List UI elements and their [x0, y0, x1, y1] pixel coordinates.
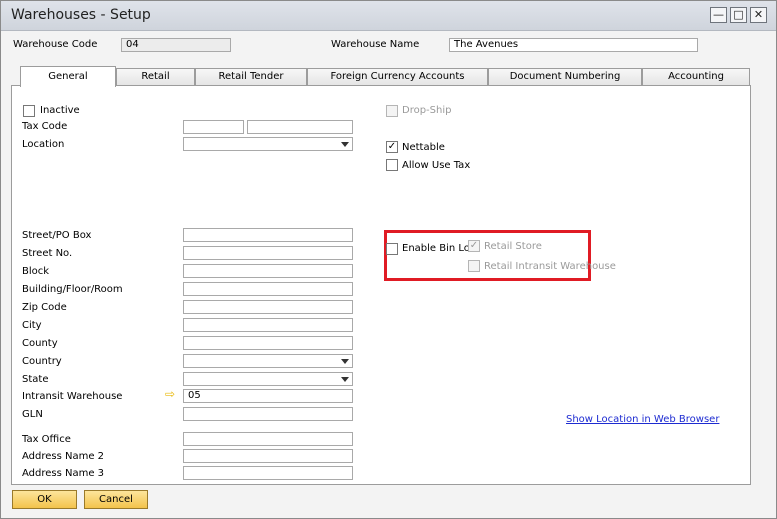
nettable-label: Nettable [402, 142, 445, 153]
tax-office-field[interactable] [183, 432, 353, 446]
enable-bin-locations-checkbox[interactable] [386, 243, 398, 255]
highlight-box [384, 230, 591, 281]
window-title: Warehouses - Setup [11, 7, 151, 23]
link-arrow-icon[interactable]: ⇨ [165, 387, 175, 401]
retail-store-label: Retail Store [484, 241, 542, 252]
county-field[interactable] [183, 336, 353, 350]
minimize-button[interactable]: — [710, 7, 727, 23]
intransit-warehouse-label: Intransit Warehouse [22, 391, 123, 402]
city-label: City [22, 320, 42, 331]
gln-label: GLN [22, 409, 43, 420]
county-label: County [22, 338, 58, 349]
block-label: Block [22, 266, 50, 277]
address-name-2-label: Address Name 2 [22, 451, 105, 462]
address-name-3-label: Address Name 3 [22, 468, 105, 479]
inactive-checkbox[interactable] [23, 105, 35, 117]
zip-code-label: Zip Code [22, 302, 67, 313]
tax-code-description-field[interactable] [247, 120, 353, 134]
street-po-box-field[interactable] [183, 228, 353, 242]
gln-field[interactable] [183, 407, 353, 421]
tax-code-field[interactable] [183, 120, 244, 134]
warehouses-setup-window: Warehouses - Setup — □ ✕ Warehouse Code … [0, 0, 777, 519]
zip-code-field[interactable] [183, 300, 353, 314]
warehouse-code-field[interactable]: 04 [121, 38, 231, 52]
tax-office-label: Tax Office [22, 434, 71, 445]
tab-foreign-currency-accounts[interactable]: Foreign Currency Accounts [307, 68, 488, 86]
nettable-checkbox[interactable]: ✓ [386, 141, 398, 153]
close-button[interactable]: ✕ [750, 7, 767, 23]
retail-intransit-warehouse-label: Retail Intransit Warehouse [484, 261, 616, 272]
address-name-2-field[interactable] [183, 449, 353, 463]
warehouse-name-label: Warehouse Name [331, 39, 420, 50]
show-location-web-browser-link[interactable]: Show Location in Web Browser [566, 414, 719, 425]
country-dropdown[interactable] [183, 354, 353, 368]
inactive-label: Inactive [40, 105, 80, 116]
building-field[interactable] [183, 282, 353, 296]
allow-use-tax-label: Allow Use Tax [402, 160, 471, 171]
city-field[interactable] [183, 318, 353, 332]
warehouse-name-field[interactable]: The Avenues [449, 38, 698, 52]
warehouse-code-label: Warehouse Code [13, 39, 98, 50]
enable-bin-locations-label: Enable Bin Lo [402, 243, 470, 254]
tab-document-numbering[interactable]: Document Numbering [488, 68, 642, 86]
drop-ship-checkbox[interactable] [386, 105, 398, 117]
tab-accounting[interactable]: Accounting [642, 68, 750, 86]
retail-intransit-warehouse-checkbox[interactable] [468, 260, 480, 272]
tab-general[interactable]: General [20, 66, 116, 87]
tab-retail[interactable]: Retail [116, 68, 195, 86]
building-label: Building/Floor/Room [22, 284, 123, 295]
state-label: State [22, 374, 49, 385]
location-dropdown[interactable] [183, 137, 353, 151]
location-label: Location [22, 139, 65, 150]
maximize-button[interactable]: □ [730, 7, 747, 23]
address-name-3-field[interactable] [183, 466, 353, 480]
cancel-button[interactable]: Cancel [84, 490, 148, 509]
block-field[interactable] [183, 264, 353, 278]
state-dropdown[interactable] [183, 372, 353, 386]
street-no-label: Street No. [22, 248, 73, 259]
tab-retail-tender[interactable]: Retail Tender [195, 68, 307, 86]
retail-store-checkbox[interactable]: ✓ [468, 240, 480, 252]
street-po-box-label: Street/PO Box [22, 230, 92, 241]
allow-use-tax-checkbox[interactable] [386, 159, 398, 171]
title-bar: Warehouses - Setup — □ ✕ [1, 1, 776, 31]
country-label: Country [22, 356, 62, 367]
street-no-field[interactable] [183, 246, 353, 260]
intransit-warehouse-field[interactable]: 05 [183, 389, 353, 403]
ok-button[interactable]: OK [12, 490, 77, 509]
tax-code-label: Tax Code [22, 121, 68, 132]
drop-ship-label: Drop-Ship [402, 105, 452, 116]
